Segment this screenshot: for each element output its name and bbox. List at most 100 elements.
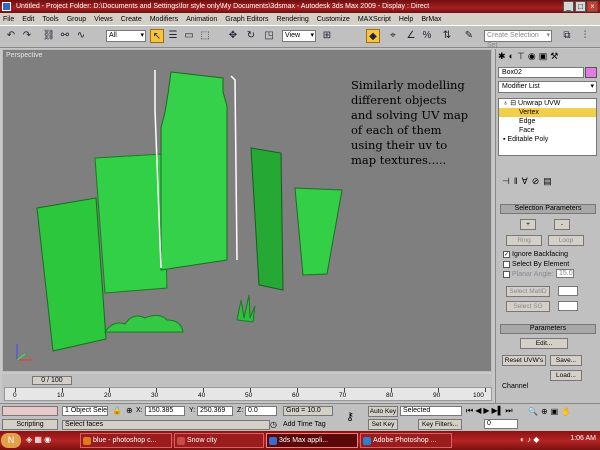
link-icon[interactable]: ⛓ — [42, 29, 56, 43]
menu-rendering[interactable]: Rendering — [276, 16, 308, 23]
object-name-field[interactable]: Box02 — [498, 67, 584, 78]
save-button[interactable]: Save... — [550, 355, 582, 366]
select-by-element-checkbox[interactable]: Select By Element — [503, 260, 569, 269]
load-button[interactable]: Load... — [550, 370, 582, 381]
motion-tab-icon[interactable]: ◉ — [528, 51, 536, 62]
time-tag-icon[interactable]: ◷ — [270, 420, 277, 429]
menu-brmax[interactable]: BrMax — [421, 16, 441, 23]
select-sg-button[interactable]: Select SG — [506, 301, 550, 312]
configure-sets-icon[interactable]: ▤ — [543, 176, 552, 187]
menu-maxscript[interactable]: MAXScript — [358, 16, 391, 23]
menu-file[interactable]: File — [3, 16, 14, 23]
manipulate-icon[interactable]: ◆ — [366, 29, 380, 43]
bulb-icon[interactable]: ▪ — [503, 136, 505, 143]
grow-selection-button[interactable]: + — [520, 219, 536, 230]
set-key-button[interactable]: Set Key — [368, 419, 398, 430]
go-to-start-icon[interactable]: ⏮ — [466, 406, 473, 416]
task-adobe-photoshop[interactable]: Adobe Photoshop ... — [360, 433, 452, 448]
named-selection-set-field[interactable]: Create Selection Set — [484, 30, 552, 49]
x-coordinate-field[interactable]: 150.385 — [145, 406, 185, 416]
menu-group[interactable]: Group — [67, 16, 86, 23]
menu-tools[interactable]: Tools — [42, 16, 58, 23]
select-matid-button[interactable]: Select MatID — [506, 286, 550, 297]
ignore-backfacing-checkbox[interactable]: ✓ Ignore Backfacing — [503, 250, 568, 259]
maxscript-listener-mini[interactable] — [2, 406, 58, 416]
reset-uvws-button[interactable]: Reset UVW's — [502, 355, 546, 366]
menu-edit[interactable]: Edit — [22, 16, 34, 23]
menu-graph-editors[interactable]: Graph Editors — [225, 16, 268, 23]
matid-spinner[interactable] — [558, 286, 578, 296]
window-crossing-icon[interactable]: ⬚ — [198, 29, 212, 43]
selection-parameters-rollout[interactable]: Selection Parameters — [500, 204, 596, 214]
spinner-snap-icon[interactable]: ⇅ — [440, 29, 454, 43]
parameters-rollout[interactable]: Parameters — [500, 324, 596, 334]
planar-angle-spinner[interactable]: 15.0 — [556, 269, 574, 278]
show-end-result-icon[interactable]: ‖ — [514, 176, 518, 186]
select-by-name-icon[interactable]: ☰ — [166, 29, 180, 43]
menu-create[interactable]: Create — [121, 16, 142, 23]
play-icon[interactable]: ▶ — [483, 406, 489, 416]
app-icon[interactable] — [2, 2, 11, 11]
remove-modifier-icon[interactable]: ⊘ — [532, 176, 540, 187]
object-color-swatch[interactable] — [585, 67, 597, 78]
task-snow-city[interactable]: Snow city — [174, 433, 264, 448]
menu-views[interactable]: Views — [94, 16, 113, 23]
absolute-transform-icon[interactable]: ⊕ — [126, 406, 133, 415]
move-icon[interactable]: ✥ — [226, 29, 240, 43]
redo-icon[interactable]: ↷ — [20, 29, 34, 43]
edit-named-selection-icon[interactable]: ✎ — [462, 29, 476, 43]
key-mode-dropdown[interactable]: Selected — [400, 406, 462, 416]
undo-icon[interactable]: ↶ — [4, 29, 18, 43]
quick-launch-icons[interactable]: ◈ ▦ ◉ — [26, 435, 51, 444]
next-frame-icon[interactable]: ▶▌ — [492, 406, 504, 416]
percent-snap-icon[interactable]: % — [420, 29, 434, 43]
track-bar[interactable]: 0 10 20 30 40 50 60 70 80 90 100 — [4, 387, 492, 401]
planar-angle-checkbox[interactable]: Planar Angle: — [503, 270, 554, 279]
start-button[interactable]: N — [1, 433, 21, 448]
go-to-end-icon[interactable]: ⏭ — [505, 406, 512, 416]
unlink-icon[interactable]: ⚯ — [58, 29, 72, 43]
sg-spinner[interactable] — [558, 301, 578, 311]
key-icon[interactable]: ⚷ — [346, 410, 354, 423]
lock-selection-icon[interactable]: 🔒 — [112, 406, 122, 415]
stack-item-vertex[interactable]: Vertex — [499, 108, 596, 117]
pivot-point-icon[interactable]: ⊞ — [320, 29, 334, 43]
menu-animation[interactable]: Animation — [186, 16, 217, 23]
previous-frame-icon[interactable]: ◀ — [475, 406, 481, 416]
stack-item-edge[interactable]: Edge — [499, 117, 596, 126]
zoom-all-icon[interactable]: ⊕ — [541, 407, 548, 416]
selection-filter-dropdown[interactable]: All — [106, 30, 146, 42]
close-button[interactable]: × — [587, 1, 598, 12]
mirror-icon[interactable]: ⧉ — [560, 29, 574, 43]
scale-icon[interactable]: ◳ — [262, 29, 276, 43]
make-unique-icon[interactable]: ∀ — [522, 176, 528, 187]
time-slider[interactable]: 0 / 100 — [32, 376, 72, 385]
reference-coordinate-dropdown[interactable]: View — [282, 30, 316, 42]
bind-space-warp-icon[interactable]: ∿ — [74, 29, 88, 43]
display-tab-icon[interactable]: ▣ — [539, 51, 548, 62]
task-3ds-max[interactable]: 3ds Max appli... — [266, 433, 358, 448]
zoom-icon[interactable]: 🔍 — [528, 407, 538, 416]
current-frame-field[interactable]: 0 — [484, 419, 518, 429]
task-photoshop-blue[interactable]: blue - photoshop c... — [80, 433, 172, 448]
key-filters-button[interactable]: Key Filters... — [418, 419, 462, 430]
minimize-button[interactable]: _ — [563, 1, 574, 12]
select-object-icon[interactable]: ↖ — [150, 29, 164, 43]
align-icon[interactable]: ⫶ — [578, 29, 592, 43]
maximize-button[interactable]: □ — [575, 1, 586, 12]
rotate-icon[interactable]: ↻ — [244, 29, 258, 43]
create-tab-icon[interactable]: ✱ — [498, 51, 506, 62]
ring-button[interactable]: Ring — [506, 235, 542, 246]
stack-item-editable-poly[interactable]: ▪ Editable Poly — [499, 135, 596, 144]
snap-toggle-icon[interactable]: ⌖ — [386, 29, 400, 43]
pan-icon[interactable]: ✋ — [561, 407, 571, 416]
z-coordinate-field[interactable]: 0.0 — [245, 406, 277, 416]
rectangular-selection-icon[interactable]: ▭ — [182, 29, 196, 43]
stack-item-face[interactable]: Face — [499, 126, 596, 135]
menu-customize[interactable]: Customize — [317, 16, 350, 23]
pin-stack-icon[interactable]: ⊣ — [502, 176, 510, 187]
menu-modifiers[interactable]: Modifiers — [150, 16, 178, 23]
zoom-extents-icon[interactable]: ▣ — [551, 407, 559, 416]
shrink-selection-button[interactable]: - — [554, 219, 570, 230]
tray-icons[interactable]: ◐ ♪ ◆ — [520, 435, 539, 444]
